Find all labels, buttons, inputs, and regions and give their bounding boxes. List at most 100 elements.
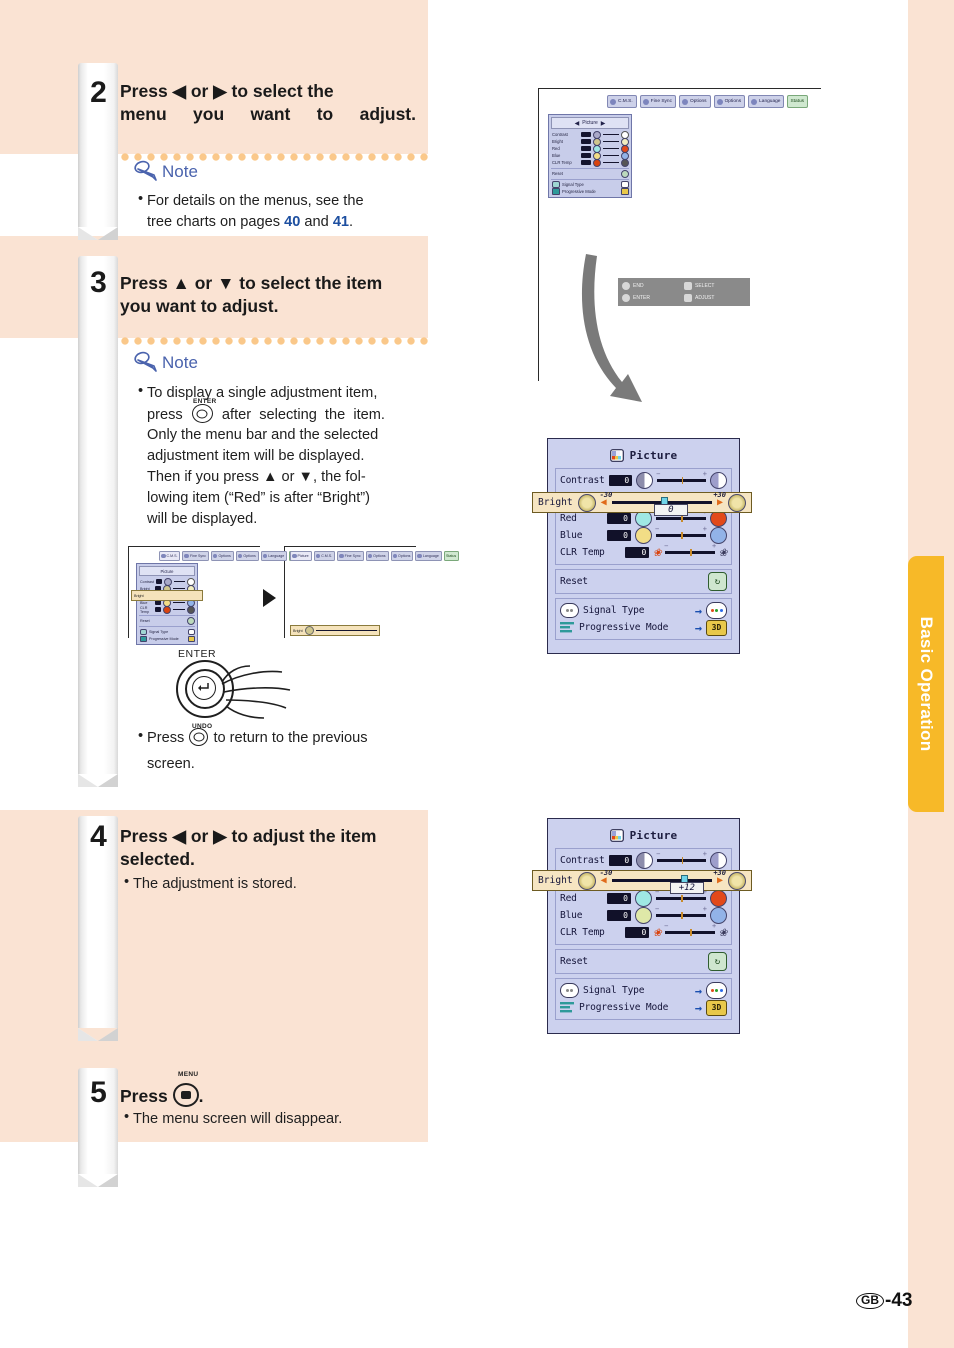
red-swatch-icon-4 xyxy=(710,890,727,907)
note-3-line-4: adjustment item will be displayed. xyxy=(147,448,365,464)
section-tab-label: Basic Operation xyxy=(917,616,936,752)
osd-group-submenu-4: Signal Type → Progressive Mode → 3D xyxy=(555,978,732,1020)
thumb-before-picture-panel: Picture Contrast Bright Red Blue CLR Tem… xyxy=(136,563,198,645)
progressive-mode-icon-4 xyxy=(560,1002,574,1013)
osd-row-contrast-4[interactable]: Contrast 0 − + xyxy=(560,850,727,869)
osd-row-signal-type-4[interactable]: Signal Type → xyxy=(560,982,727,999)
section-tab-basic-operation[interactable]: Basic Operation xyxy=(908,556,944,812)
reset-icon: ↻ xyxy=(708,572,727,591)
bright-value-4: +12 xyxy=(669,882,704,894)
submenu-arrow-icon-4: → xyxy=(694,1000,702,1015)
osd-row-reset-4[interactable]: Reset ↻ xyxy=(560,952,727,971)
menu-key-caption: MENU xyxy=(178,1071,199,1078)
brightness-gear-icon-4 xyxy=(577,871,596,890)
submenu-arrow-icon-3: → xyxy=(694,983,702,998)
thumb-tab-options1: Options xyxy=(210,551,234,561)
step-4-heading-line2: selected. xyxy=(120,848,195,869)
white-band-bottom xyxy=(0,1142,428,1348)
page-number: GB -43 xyxy=(856,1290,912,1312)
note-3-line-3: Only the menu bar and the selected xyxy=(147,427,379,443)
step-2-heading-line2: menu you want to adjust. xyxy=(120,103,416,124)
note-3-line-2: press after selecting the item. xyxy=(147,404,429,426)
undo-key-glyph[interactable] xyxy=(189,728,209,746)
osd-panel-title-3: Picture xyxy=(555,446,732,468)
region-code-badge: GB xyxy=(856,1292,884,1310)
osd-group-reset-4: Reset ↻ xyxy=(555,949,732,974)
osd-row-reset-3[interactable]: Reset ↻ xyxy=(560,572,727,591)
bright-slider-track-4[interactable]: -30 +30 +12 xyxy=(600,869,726,894)
osd-row-blue-3[interactable]: Blue 0 − + xyxy=(560,525,727,544)
bright-min-4: -30 xyxy=(599,869,613,877)
step-5-bullet: The menu screen will disappear. xyxy=(133,1111,343,1127)
thumb2-tab-options2: Options xyxy=(390,551,414,561)
help-adjust: ADJUST xyxy=(684,294,746,302)
osd-row-clrtemp-3[interactable]: CLR Temp 0 ❀ − + ❀ xyxy=(560,542,727,561)
enter-key-glyph-inline[interactable] xyxy=(191,404,213,423)
reset-icon-4: ↻ xyxy=(708,952,727,971)
bright-slider-track-3[interactable]: -30 +30 0 xyxy=(600,491,726,516)
note-3-line-7: will be displayed. xyxy=(147,511,258,527)
osd-row-progressive-4[interactable]: Progressive Mode → 3D xyxy=(560,999,727,1016)
osd-bright-row-step3[interactable]: Bright ◀ -30 +30 0 ▶ xyxy=(532,491,752,516)
contrast-swatch-left-icon xyxy=(636,472,654,489)
osd-row-blue-4[interactable]: Blue 0 − + xyxy=(560,905,727,924)
flower-warm-icon: ❀ xyxy=(653,545,662,560)
thumb-after-menubar: Picture C.M.S. Fine Sync Options Options… xyxy=(290,551,460,561)
osd-row-contrast-3[interactable]: Contrast 0 − + xyxy=(560,470,727,489)
osd-picture-panel-step4: Picture Contrast 0 − + Red 0 − + Blue 0 − +… xyxy=(547,818,740,1034)
thumb2-tab-cms: C.M.S. xyxy=(313,551,336,561)
note-3-undo-bullet-marker: • xyxy=(138,728,144,744)
thumb-tab-options2: Options xyxy=(235,551,259,561)
flower-cool-icon: ❀ xyxy=(719,545,727,560)
osd-top-row-signaltype: Signal Type xyxy=(551,181,629,188)
menu-key-glyph[interactable] xyxy=(172,1083,199,1107)
osd-top-row-reset: Reset xyxy=(551,169,629,178)
contrast-swatch-left-icon-4 xyxy=(636,852,654,869)
step-number-5: 5 xyxy=(90,1076,107,1109)
thumb-tab-language: Language xyxy=(260,551,288,561)
osd-bright-row-step4[interactable]: Bright ◀ -30 +30 +12 ▶ xyxy=(532,869,752,894)
thumb-row-signaltype: Signal Type xyxy=(139,628,195,635)
cyan-swatch-icon-4 xyxy=(635,890,652,907)
osd-row-progressive-3[interactable]: Progressive Mode → 3D xyxy=(560,619,727,636)
osd-row-clrtemp-4[interactable]: CLR Temp 0 ❀ − + ❀ xyxy=(560,922,727,941)
step-5-heading: Press . xyxy=(120,1083,416,1108)
thumb2-tab-finesync: Fine Sync xyxy=(337,551,364,561)
bright-label-4: Bright xyxy=(538,875,573,886)
osd-top-row-red: Red xyxy=(551,144,629,153)
step-4-heading: Press ◀ or ▶ to adjust the item selected… xyxy=(120,825,416,871)
yellow-swatch-icon-4 xyxy=(635,907,652,924)
page-ref-40: 40 xyxy=(284,214,301,230)
bright-label-3: Bright xyxy=(538,497,573,508)
osd-tab-status[interactable]: Status xyxy=(787,95,809,108)
osd-tab-cms[interactable]: C.M.S. xyxy=(607,95,637,108)
bright-max-4: +30 xyxy=(713,869,726,877)
step-number-3: 3 xyxy=(90,266,107,299)
brightness-gear-icon-3b xyxy=(728,493,746,512)
undo-press-label: Press xyxy=(147,730,185,746)
3d-icon-4: 3D xyxy=(706,999,727,1016)
undo-key-caption: UNDO xyxy=(192,723,213,730)
note-title-3: Note xyxy=(162,353,198,372)
step-4-bullet-marker: • xyxy=(124,874,130,890)
step-number-4: 4 xyxy=(90,820,107,853)
enter-button-illustration xyxy=(176,660,306,722)
osd-group-adjust-3: Contrast 0 −+ Red 0 −+ Blue 0 −+ CLR Tem… xyxy=(555,468,732,565)
enter-key-caption-inline: ENTER xyxy=(193,398,217,405)
step-5-period: . xyxy=(198,1086,204,1106)
thumb-panel-title: Picture xyxy=(139,566,195,576)
osd-tab-options-2[interactable]: Options xyxy=(713,95,746,108)
osd-top-panel-title: ◀ Picture ▶ xyxy=(551,117,629,129)
osd-picture-panel-step3: Picture Contrast 0 −+ Red 0 −+ Blue 0 −+… xyxy=(547,438,740,654)
thumb2-tab-picture: Picture xyxy=(290,551,312,561)
osd-row-signal-type-3[interactable]: Signal Type → xyxy=(560,602,727,619)
osd-group-submenu-3: Signal Type → Progressive Mode → 3D xyxy=(555,598,732,640)
osd-tab-options-1[interactable]: Options xyxy=(679,95,711,108)
contrast-swatch-right-icon xyxy=(710,472,727,489)
step-3-heading-line1: Press ▲ or ▼ to select the item xyxy=(120,273,383,293)
osd-tab-language[interactable]: Language xyxy=(748,95,785,108)
osd-tab-fine-sync[interactable]: Fine Sync xyxy=(639,95,677,108)
step-2-heading: Press ◀ or ▶ to select the menu you want… xyxy=(120,80,416,148)
thumb-row-clrtemp: CLR Temp xyxy=(139,605,195,614)
note-3-line-6: lowing item (“Red” is after “Bright”) xyxy=(147,490,371,506)
